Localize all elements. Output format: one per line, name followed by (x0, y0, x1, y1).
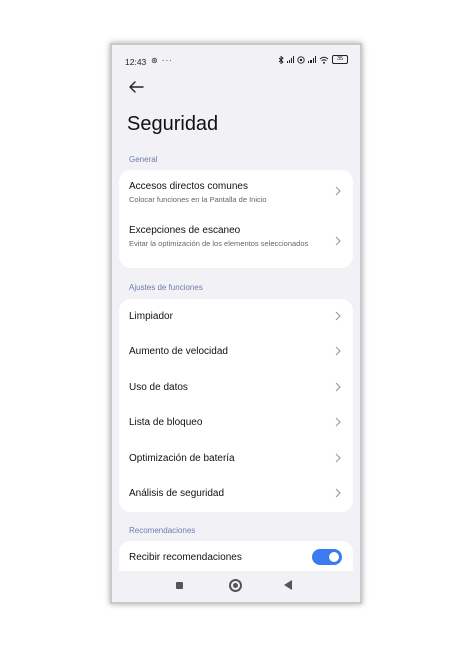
page-title: Seguridad (127, 113, 219, 135)
list-item-excepciones-escaneo[interactable]: Excepciones de escaneo Evitar la optimiz… (119, 215, 353, 268)
list-item-aumento-velocidad[interactable]: Aumento de velocidad (119, 334, 353, 370)
list-item-subtitle: Evitar la optimización de los elementos … (129, 239, 309, 248)
back-arrow-icon[interactable] (127, 80, 145, 94)
signal-icon (286, 56, 295, 63)
list-item-title: Excepciones de escaneo (129, 225, 241, 236)
sync-icon (297, 55, 305, 64)
status-bar: 12:43 ⊛ ··· 35 (112, 45, 360, 75)
notification-icons: ⊛ ··· (151, 56, 173, 65)
list-item-subtitle: Colocar funciones en la Pantalla de Inic… (129, 195, 267, 204)
section-label-general: General (129, 155, 158, 164)
list-item-recibir-recomendaciones[interactable]: Recibir recomendaciones (119, 541, 353, 571)
phone-screen: 12:43 ⊛ ··· 35 Seguridad General Accesos… (112, 45, 360, 602)
status-right-icons: 35 (278, 55, 348, 64)
list-item-optimizacion-bateria[interactable]: Optimización de batería (119, 441, 353, 476)
chevron-right-icon (335, 186, 341, 196)
list-item-title: Aumento de velocidad (129, 346, 228, 357)
general-card: Accesos directos comunes Colocar funcion… (119, 170, 353, 268)
battery-icon: 35 (332, 55, 348, 64)
list-item-title: Análisis de seguridad (129, 488, 225, 499)
chevron-right-icon (335, 382, 341, 392)
home-button[interactable] (229, 579, 242, 592)
list-item-analisis-seguridad[interactable]: Análisis de seguridad (119, 476, 353, 512)
bluetooth-icon (278, 55, 284, 64)
list-item-limpiador[interactable]: Limpiador (119, 299, 353, 334)
section-label-recomendaciones: Recomendaciones (129, 526, 196, 535)
list-item-title: Recibir recomendaciones (129, 552, 242, 563)
chevron-right-icon (335, 236, 341, 246)
chevron-right-icon (335, 311, 341, 321)
section-label-ajustes-funciones: Ajustes de funciones (129, 283, 203, 292)
list-item-accesos-directos[interactable]: Accesos directos comunes Colocar funcion… (119, 170, 353, 215)
list-item-title: Optimización de batería (129, 453, 235, 464)
chevron-right-icon (335, 417, 341, 427)
list-item-title: Uso de datos (129, 382, 188, 393)
list-item-uso-datos[interactable]: Uso de datos (119, 370, 353, 405)
functions-card: Limpiador Aumento de velocidad Uso de da… (119, 299, 353, 512)
list-item-title: Lista de bloqueo (129, 417, 203, 428)
recents-button[interactable] (176, 582, 183, 589)
chevron-right-icon (335, 488, 341, 498)
chevron-right-icon (335, 346, 341, 356)
toggle-knob (329, 552, 339, 562)
status-time: 12:43 (125, 57, 147, 67)
navigation-bar (112, 571, 360, 602)
list-item-title: Accesos directos comunes (129, 181, 248, 192)
recommendations-toggle[interactable] (312, 549, 342, 565)
wifi-icon (319, 56, 329, 64)
signal-icon-2 (308, 56, 316, 63)
back-button[interactable] (284, 580, 292, 590)
list-item-title: Limpiador (129, 311, 173, 322)
chevron-right-icon (335, 453, 341, 463)
list-item-lista-bloqueo[interactable]: Lista de bloqueo (119, 405, 353, 441)
